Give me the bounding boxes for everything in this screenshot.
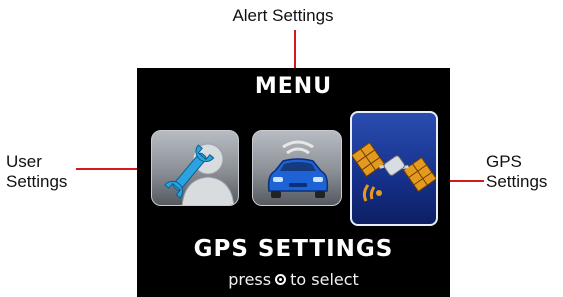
gps-callout-line1: GPS [486, 152, 522, 171]
select-hint: press to select [137, 270, 450, 289]
selected-item-label: GPS SETTINGS [193, 236, 394, 262]
menu-title: MENU [254, 74, 333, 99]
car-alert-icon [267, 140, 329, 198]
select-button-icon [275, 274, 287, 285]
hint-select-text: to select [290, 270, 359, 289]
alert-settings-tile[interactable] [252, 130, 342, 206]
user-wrench-icon [164, 143, 235, 205]
gps-settings-tile[interactable] [350, 111, 438, 226]
gps-callout-line2: Settings [486, 172, 548, 191]
alert-settings-callout: Alert Settings [232, 6, 334, 25]
device-screen: MENU GPS SETTINGS press to select [137, 68, 450, 297]
user-settings-callout: User Settings [6, 152, 96, 192]
gps-settings-callout: GPS Settings [486, 152, 560, 192]
user-callout-line2: Settings [6, 172, 68, 191]
hint-press-text: press [228, 270, 272, 289]
satellite-icon [352, 141, 436, 202]
user-settings-tile[interactable] [151, 130, 239, 206]
